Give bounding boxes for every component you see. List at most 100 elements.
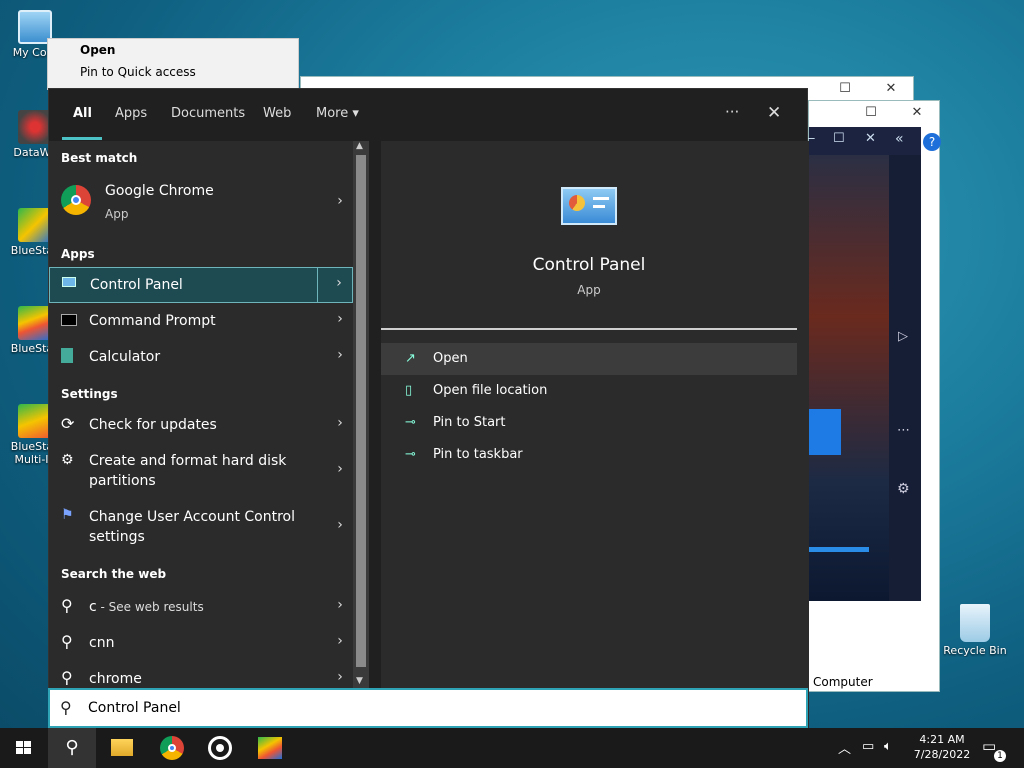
result-control-panel[interactable]: Control Panel › <box>49 267 353 303</box>
recycle-bin-icon <box>960 604 990 642</box>
chevron-right-icon[interactable]: › <box>333 415 347 431</box>
detail-separator <box>381 328 797 330</box>
scroll-up-icon[interactable]: ▲ <box>356 141 363 151</box>
search-panel: All Apps Documents Web More ▾ ··· ✕ Best… <box>48 88 809 729</box>
chevron-right-icon[interactable]: › <box>333 311 347 327</box>
settings-icon[interactable]: ⚙ <box>897 481 910 497</box>
chevron-right-icon[interactable]: › <box>332 275 346 291</box>
more-icon[interactable]: ⋯ <box>897 423 910 438</box>
detail-type: App <box>577 283 601 297</box>
action-pin-taskbar[interactable]: ⊸ Pin to taskbar <box>381 439 797 471</box>
search-icon: ⚲ <box>60 698 72 717</box>
pin-icon: ⊸ <box>405 447 416 462</box>
result-label: Change User Account Control settings <box>89 509 295 545</box>
collapse-icon[interactable]: « <box>895 131 904 147</box>
tab-more[interactable]: More ▾ <box>316 106 359 121</box>
scroll-down-icon[interactable]: ▼ <box>356 676 363 686</box>
scrollbar-thumb[interactable] <box>356 155 366 667</box>
section-web: Search the web <box>61 567 167 581</box>
result-format-disk[interactable]: ⚙ Create and format hard disk partitions… <box>49 443 353 499</box>
close-icon[interactable]: ✕ <box>865 131 876 146</box>
context-menu-open[interactable]: Open <box>48 39 298 61</box>
best-match-name: Google Chrome <box>105 183 214 199</box>
action-label: Pin to Start <box>433 415 506 430</box>
clock[interactable]: 4:21 AM 7/28/2022 <box>912 733 972 768</box>
game-window[interactable]: ‒ ☐ ✕ « ▷ ⋯ ⚙ <box>807 127 921 601</box>
maximize-icon[interactable]: ☐ <box>851 101 891 125</box>
web-suffix: - See web results <box>96 600 204 614</box>
context-menu-pin-quick-access[interactable]: Pin to Quick access <box>48 61 298 83</box>
close-icon[interactable]: ✕ <box>767 103 781 123</box>
clock-date: 7/28/2022 <box>913 748 971 761</box>
file-location-icon: ▯ <box>405 383 413 398</box>
web-query: chrome <box>89 671 142 687</box>
more-options-icon[interactable]: ··· <box>725 103 739 121</box>
help-icon[interactable]: ? <box>923 133 941 151</box>
result-calculator[interactable]: Calculator › <box>49 339 353 375</box>
bluestacks-icon <box>18 306 52 340</box>
search-icon: ⚲ <box>61 596 73 615</box>
game-button[interactable] <box>809 409 841 455</box>
result-web-cnn[interactable]: ⚲ cnn › <box>49 625 353 661</box>
chevron-right-icon[interactable]: › <box>333 347 347 363</box>
chevron-right-icon[interactable]: › <box>333 597 347 613</box>
start-button[interactable] <box>0 728 48 768</box>
chevron-right-icon[interactable]: › <box>333 669 347 685</box>
desktop-icon-recycle-bin[interactable]: Recycle Bin <box>940 604 1010 657</box>
context-menu: Open Pin to Quick access <box>47 38 299 90</box>
search-input[interactable] <box>88 697 688 719</box>
maximize-icon[interactable]: ☐ <box>833 131 845 146</box>
chevron-right-icon[interactable]: › <box>333 633 347 649</box>
play-icon[interactable]: ▷ <box>898 329 908 344</box>
tab-apps[interactable]: Apps <box>115 106 147 121</box>
tab-web[interactable]: Web <box>263 106 291 121</box>
results-scrollbar[interactable]: ▲ ▼ <box>353 141 369 689</box>
result-check-updates[interactable]: ⟳ Check for updates › <box>49 407 353 443</box>
tab-documents[interactable]: Documents <box>171 106 245 121</box>
result-uac[interactable]: ⚑ Change User Account Control settings › <box>49 499 353 555</box>
web-query: cnn <box>89 635 115 651</box>
section-apps: Apps <box>61 247 95 261</box>
maximize-icon[interactable]: ☐ <box>825 77 865 101</box>
pie-icon <box>569 195 585 211</box>
result-web-chrome[interactable]: ⚲ chrome › <box>49 661 353 689</box>
windows-logo-icon <box>16 741 23 747</box>
taskbar-chrome[interactable] <box>148 728 196 768</box>
close-icon[interactable]: ✕ <box>871 77 911 101</box>
pin-icon: ⊸ <box>405 415 416 430</box>
action-label: Open file location <box>433 383 548 398</box>
result-label: Create and format hard disk partitions <box>89 453 287 489</box>
folder-icon <box>111 739 133 756</box>
action-pin-start[interactable]: ⊸ Pin to Start <box>381 407 797 439</box>
chevron-right-icon[interactable]: › <box>333 461 347 477</box>
chrome-icon-center <box>71 195 81 205</box>
taskbar-search-button[interactable]: ⚲ <box>48 728 96 768</box>
taskbar: ⚲ ︿ ▭ 🔈︎ 4:21 AM 7/28/2022 ▭ 1 <box>0 728 1024 768</box>
result-label: Check for updates <box>89 417 217 433</box>
result-web-c[interactable]: ⚲ c - See web results › <box>49 589 353 625</box>
result-command-prompt[interactable]: Command Prompt › <box>49 303 353 339</box>
results-list: Best match Google Chrome App › Apps Cont… <box>49 141 353 689</box>
background-window-2[interactable]: ☐ ✕ ‒ ☐ ✕ « ▷ ⋯ ⚙ ? Computer <box>807 100 941 692</box>
control-panel-large-icon <box>561 187 617 225</box>
tab-all[interactable]: All <box>73 106 92 121</box>
taskbar-app-circle[interactable] <box>196 728 244 768</box>
show-hidden-icons[interactable]: ︿ <box>838 738 851 768</box>
disk-settings-icon: ⚙ <box>61 452 74 468</box>
close-icon[interactable]: ✕ <box>897 101 937 125</box>
notification-badge: 1 <box>994 750 1006 762</box>
search-icon: ⚲ <box>65 737 79 758</box>
taskbar-file-explorer[interactable] <box>98 728 146 768</box>
detail-pane: Control Panel App ↗ Open ▯ Open file loc… <box>381 141 809 729</box>
action-open-file-location[interactable]: ▯ Open file location <box>381 375 797 407</box>
action-open[interactable]: ↗ Open <box>381 343 797 375</box>
volume-icon[interactable]: 🔈︎ <box>884 739 892 768</box>
taskbar-bluestacks[interactable] <box>246 728 294 768</box>
search-tabs: All Apps Documents Web More ▾ ··· ✕ <box>49 89 809 141</box>
chevron-down-icon: ▾ <box>352 106 359 121</box>
best-match-chrome[interactable]: Google Chrome App › <box>49 171 353 231</box>
search-box[interactable]: ⚲ <box>48 688 808 728</box>
chevron-right-icon[interactable]: › <box>333 193 347 209</box>
network-icon[interactable]: ▭ <box>862 739 874 768</box>
chevron-right-icon[interactable]: › <box>333 517 347 533</box>
